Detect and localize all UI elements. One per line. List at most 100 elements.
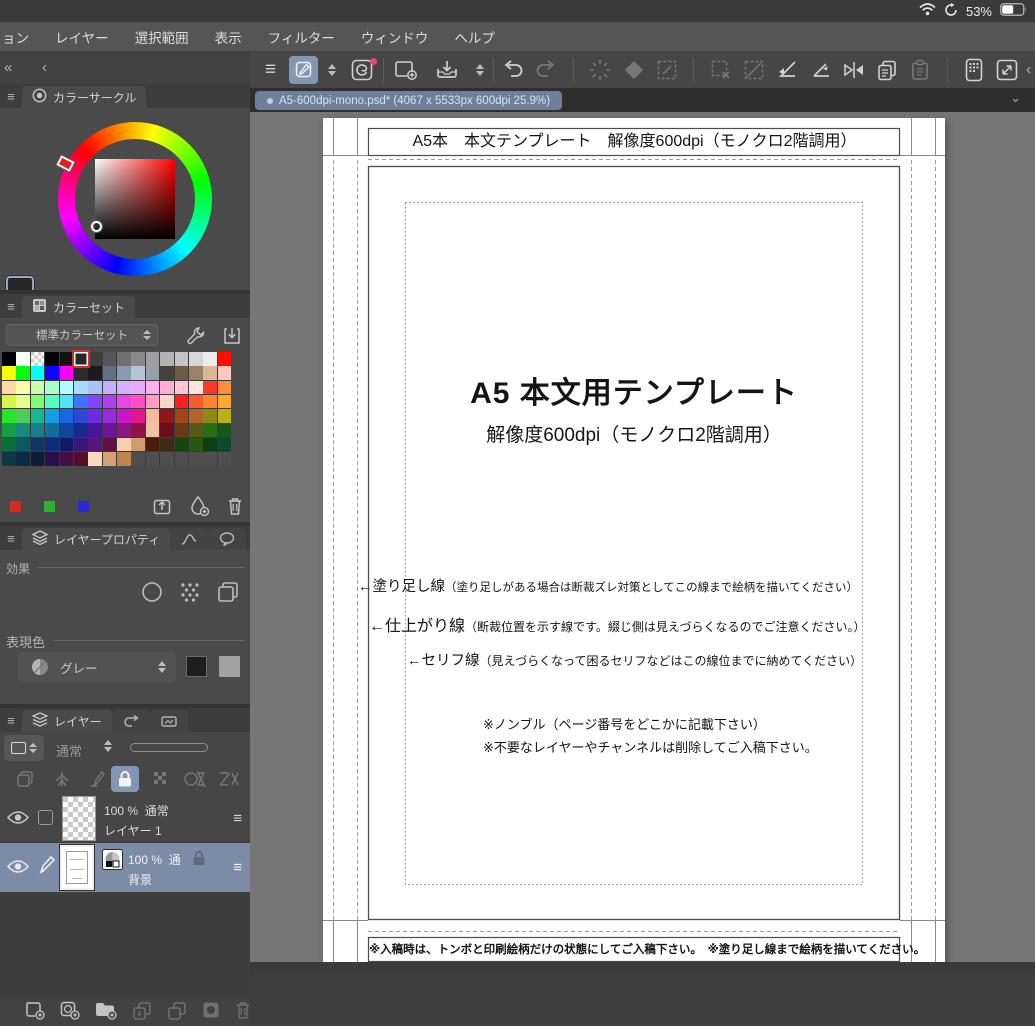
color-swatch[interactable] (131, 423, 145, 437)
color-swatch[interactable] (74, 438, 88, 452)
color-swatch[interactable] (175, 381, 189, 395)
layer-row-background[interactable]: 100 % 通 背景 ≡ (0, 843, 250, 892)
color-swatch[interactable] (131, 352, 145, 366)
color-swatch[interactable] (60, 395, 74, 409)
color-swatch[interactable] (146, 381, 160, 395)
color-swatch[interactable] (131, 395, 145, 409)
menu-item-selection[interactable]: 選択範囲 (135, 27, 189, 47)
color-swatch[interactable] (117, 395, 131, 409)
color-swatch[interactable] (31, 352, 45, 366)
color-swatch[interactable] (160, 395, 174, 409)
color-swatch[interactable] (16, 352, 30, 366)
color-swatch[interactable] (218, 381, 232, 395)
color-swatch[interactable] (160, 352, 174, 366)
color-set-preset-select[interactable]: 標準カラーセット (6, 324, 158, 346)
color-swatch[interactable] (203, 409, 217, 423)
tab-layer-search[interactable] (112, 710, 150, 732)
color-swatch[interactable] (2, 438, 16, 452)
tab-subview[interactable] (150, 710, 188, 732)
layer-row-layer1[interactable]: 100 % 通常 レイヤー 1 ≡ (0, 794, 250, 843)
color-swatch[interactable] (146, 438, 160, 452)
border-effect-icon[interactable] (140, 580, 164, 609)
delete-swatch-button[interactable] (226, 496, 244, 521)
document-tab[interactable]: A5-600dpi-mono.psd* (4067 x 5533px 600dp… (255, 91, 562, 110)
panel-menu-icon[interactable]: ≡ (0, 531, 22, 550)
add-swatch-button[interactable] (188, 495, 210, 522)
deselect-button[interactable] (706, 56, 735, 84)
color-swatch[interactable] (146, 352, 160, 366)
color-swatch[interactable] (131, 366, 145, 380)
color-swatch[interactable] (45, 395, 59, 409)
history-color-red[interactable] (10, 501, 21, 512)
color-swatch[interactable] (88, 381, 102, 395)
reference-layer-button[interactable] (48, 766, 76, 792)
color-swatch[interactable] (16, 381, 30, 395)
color-swatch[interactable] (117, 452, 131, 466)
saturation-value-square[interactable] (95, 159, 175, 239)
color-swatch[interactable] (117, 352, 131, 366)
color-swatch[interactable] (117, 381, 131, 395)
color-swatch[interactable] (45, 366, 59, 380)
color-swatch[interactable] (60, 423, 74, 437)
color-swatch[interactable] (103, 352, 117, 366)
document-page[interactable]: A5本 本文テンプレート 解像度600dpi（モノクロ2階調用） A5 本文用テ… (323, 118, 945, 962)
color-swatch[interactable] (2, 366, 16, 380)
color-swatch[interactable] (88, 438, 102, 452)
clip-to-below-button[interactable] (11, 766, 39, 792)
layer-menu-icon[interactable]: ≡ (233, 810, 242, 827)
lock-layer-button[interactable] (111, 766, 139, 792)
color-swatch[interactable] (103, 381, 117, 395)
layer-palette-options-button[interactable] (4, 735, 44, 761)
color-swatch[interactable] (203, 366, 217, 380)
color-swatch[interactable] (16, 366, 30, 380)
canvas-variant-chevrons[interactable] (470, 56, 489, 84)
color-swatch[interactable] (45, 452, 59, 466)
layer-checkbox[interactable] (38, 810, 53, 825)
color-swatch[interactable] (189, 395, 203, 409)
color-swatch[interactable] (160, 438, 174, 452)
new-layer-button[interactable] (24, 1000, 46, 1025)
color-swatch[interactable] (131, 438, 145, 452)
color-swatch[interactable] (31, 438, 45, 452)
frame-tool-button[interactable] (652, 56, 681, 84)
color-swatch[interactable] (45, 352, 59, 366)
blend-tool-button[interactable] (619, 56, 648, 84)
color-swatch[interactable] (146, 395, 160, 409)
tab-list-chevron[interactable]: ⌄ (1010, 90, 1021, 106)
color-swatch[interactable] (117, 366, 131, 380)
rotate-canvas-button[interactable] (773, 56, 802, 84)
panel-menu-icon[interactable]: ≡ (0, 89, 22, 108)
history-color-green[interactable] (44, 501, 55, 512)
layer-color-effect-icon[interactable] (216, 580, 240, 609)
collapse-toolbar-button[interactable]: ‹ (1026, 61, 1031, 78)
color-swatch[interactable] (146, 409, 160, 423)
transfer-layer-button[interactable] (131, 1000, 153, 1025)
color-swatch[interactable] (45, 381, 59, 395)
color-swatch[interactable] (31, 395, 45, 409)
color-swatch[interactable] (2, 352, 16, 366)
color-swatch[interactable] (189, 423, 203, 437)
color-swatch[interactable] (16, 409, 30, 423)
color-swatch[interactable] (45, 409, 59, 423)
edit-color-set-button[interactable] (186, 326, 206, 351)
color-swatch[interactable] (31, 423, 45, 437)
color-swatch[interactable] (175, 438, 189, 452)
blend-mode-select[interactable]: 通常 (56, 741, 82, 760)
flip-horizontal-button[interactable] (839, 56, 868, 84)
color-swatch[interactable] (2, 409, 16, 423)
color-swatch[interactable] (117, 409, 131, 423)
replace-swatch-button[interactable] (152, 496, 172, 521)
auto-action-button[interactable] (586, 56, 615, 84)
paste-button[interactable] (906, 56, 935, 84)
color-swatch[interactable] (218, 438, 232, 452)
color-swatch[interactable] (74, 409, 88, 423)
lock-transparent-pixels-button[interactable] (147, 766, 175, 792)
color-swatch[interactable] (16, 452, 30, 466)
color-swatch[interactable] (189, 352, 203, 366)
color-swatch[interactable] (189, 409, 203, 423)
enable-mask-button[interactable] (181, 766, 209, 792)
color-swatch[interactable] (103, 452, 117, 466)
import-color-set-button[interactable] (222, 326, 242, 351)
color-swatch[interactable] (160, 423, 174, 437)
collapse-all-panels-button[interactable]: « (4, 59, 12, 76)
